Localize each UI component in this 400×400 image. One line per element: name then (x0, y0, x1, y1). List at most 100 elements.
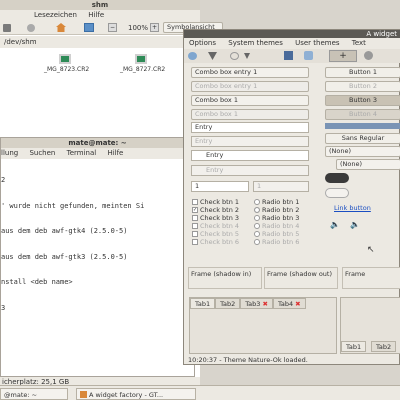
radio-button-disabled: Radio btn 5 (254, 230, 299, 238)
check-label: Check btn 3 (200, 214, 240, 222)
terminal-line: aus dem deb awf-gtk3 (2.5.0-5) (1, 252, 128, 261)
entry-text: Entry (206, 151, 224, 159)
spin-button[interactable]: 1 (191, 181, 249, 192)
button-3[interactable]: Button 3 (325, 95, 400, 106)
tab-1[interactable]: Tab1 (341, 341, 367, 352)
menu-settings[interactable]: llung (1, 149, 18, 157)
forward-icon[interactable] (27, 24, 35, 32)
checkbox-icon (192, 239, 198, 245)
button-1[interactable]: Button 1 (325, 67, 400, 78)
radio-column: Radio btn 1 Radio btn 2 Radio btn 3 Radi… (254, 198, 299, 246)
entry-field[interactable]: Entry (191, 122, 309, 133)
progress-bar (325, 123, 400, 129)
file-item[interactable]: _MG_8723.CR2 (44, 54, 90, 73)
tab-4[interactable]: Tab4 ✖ (272, 298, 306, 309)
file-item[interactable]: _MG_8723.CR2 (0, 54, 25, 73)
terminal-output[interactable]: 2 ' wurde nicht gefunden, meinten Si aus… (1, 159, 194, 329)
check-label: Check btn 6 (200, 238, 240, 246)
combo-box-entry-disabled: Combo box entry 1 (191, 81, 309, 92)
combo-box-entry[interactable]: Combo box entry 1 (191, 67, 309, 78)
check-button[interactable]: Check btn 1 (192, 198, 239, 206)
dropdown-arrow-icon[interactable] (244, 53, 250, 59)
menu-help[interactable]: Hilfe (107, 149, 123, 157)
volume-icon[interactable]: 🔈 (330, 220, 340, 229)
check-label: Check btn 2 (200, 206, 240, 214)
radio-icon (254, 215, 260, 221)
menu-options[interactable]: Options (189, 39, 216, 47)
refresh-icon[interactable] (188, 52, 197, 60)
font-button[interactable]: Sans Regular (325, 133, 400, 144)
file-name: _MG_8723.CR2 (44, 66, 90, 73)
file-item[interactable]: _MG_8727.CR2 (120, 54, 166, 73)
computer-icon[interactable] (84, 23, 94, 32)
location-bar[interactable]: /dev/shm (0, 36, 200, 48)
taskbar-widget-factory[interactable]: A widget factory - GT... (76, 387, 196, 400)
dropdown-arrow-icon[interactable] (208, 52, 217, 60)
combo-box-disabled: Combo box 1 (191, 109, 309, 120)
radio-button[interactable]: Radio btn 2 (254, 206, 299, 214)
menu-search[interactable]: Suchen (29, 149, 55, 157)
add-button[interactable]: + (329, 50, 357, 62)
home-icon[interactable] (56, 23, 66, 32)
zoom-in-icon[interactable]: + (150, 23, 159, 32)
check-label: Check btn 4 (200, 222, 240, 230)
radio-label: Radio btn 2 (262, 206, 300, 214)
check-button-disabled: Check btn 4 (192, 222, 239, 230)
tab-1[interactable]: Tab1 (190, 298, 216, 309)
menu-system-themes[interactable]: System themes (228, 39, 283, 47)
tab-2[interactable]: Tab2 (371, 341, 397, 352)
tab-2[interactable]: Tab2 (215, 298, 241, 309)
radio-icon (254, 231, 260, 237)
menu-help[interactable]: Hilfe (88, 11, 104, 19)
window-title: mate@mate: ~ (1, 138, 194, 148)
taskbar-label: A widget factory - GT... (89, 390, 164, 399)
spin-value: 1 (195, 182, 200, 190)
switch-on[interactable] (325, 173, 349, 183)
radio-button[interactable]: Radio btn 1 (254, 198, 299, 206)
menubar: Options System themes User themes Text d… (184, 38, 400, 58)
radio-label: Radio btn 6 (262, 238, 300, 246)
gear-icon[interactable] (364, 51, 373, 60)
image-thumbnail-icon (59, 54, 71, 64)
terminal-window: mate@mate: ~ llung Suchen Terminal Hilfe… (0, 137, 195, 377)
menu-terminal[interactable]: Terminal (67, 149, 97, 157)
menu-user-themes[interactable]: User themes (295, 39, 339, 47)
tab-3[interactable]: Tab3 ✖ (240, 298, 273, 309)
circle-icon[interactable] (230, 52, 239, 60)
save-icon[interactable] (284, 51, 293, 60)
spin-button-disabled: 1 (253, 181, 309, 192)
toolbar: − 100% + Symbolansicht (0, 21, 223, 35)
terminal-line: ' wurde nicht gefunden, meinten Si (1, 201, 145, 210)
check-button[interactable]: ✓ Check btn 2 (192, 206, 239, 214)
radio-button[interactable]: Radio btn 3 (254, 214, 299, 222)
terminal-line: aus dem deb awf-gtk4 (2.5.0-5) (1, 227, 128, 235)
app-icon (80, 391, 87, 398)
close-icon[interactable]: ✖ (263, 300, 268, 308)
combo-box[interactable]: Combo box 1 (191, 95, 309, 106)
checkbox-icon (192, 215, 198, 221)
check-button[interactable]: Check btn 3 (192, 214, 239, 222)
none-combo-2[interactable]: (None) (336, 159, 400, 170)
link-button[interactable]: Link button (334, 204, 371, 212)
close-icon[interactable]: ✖ (295, 300, 300, 308)
spin-value: 1 (257, 182, 262, 190)
zoom-level: 100% (128, 24, 149, 32)
taskbar-terminal[interactable]: @mate: ~ (0, 387, 68, 400)
toolbar: + (184, 49, 400, 63)
menu-bookmarks[interactable]: Lesezeichen (34, 11, 77, 19)
radio-button-disabled: Radio btn 6 (254, 238, 299, 246)
switch-off[interactable] (325, 188, 349, 198)
none-combo[interactable]: (None) (325, 146, 400, 157)
status-bar: 10:20:37 - Theme Nature-Ok loaded. (188, 356, 308, 364)
button-2: Button 2 (325, 81, 400, 92)
refresh-icon[interactable] (304, 51, 313, 60)
back-icon[interactable] (3, 24, 11, 32)
icon-entry-field[interactable]: Entry (191, 150, 309, 161)
frame: Frame (342, 267, 400, 289)
file-name: _MG_8727.CR2 (120, 66, 166, 73)
radio-button-disabled: Radio btn 4 (254, 222, 299, 230)
widget-factory-window: A widget Options System themes User them… (183, 29, 400, 365)
check-button-disabled: Check btn 6 (192, 238, 239, 246)
zoom-out-icon[interactable]: − (108, 23, 117, 32)
check-radio-grid: Check btn 1 ✓ Check btn 2 Check btn 3 Che… (192, 198, 239, 246)
